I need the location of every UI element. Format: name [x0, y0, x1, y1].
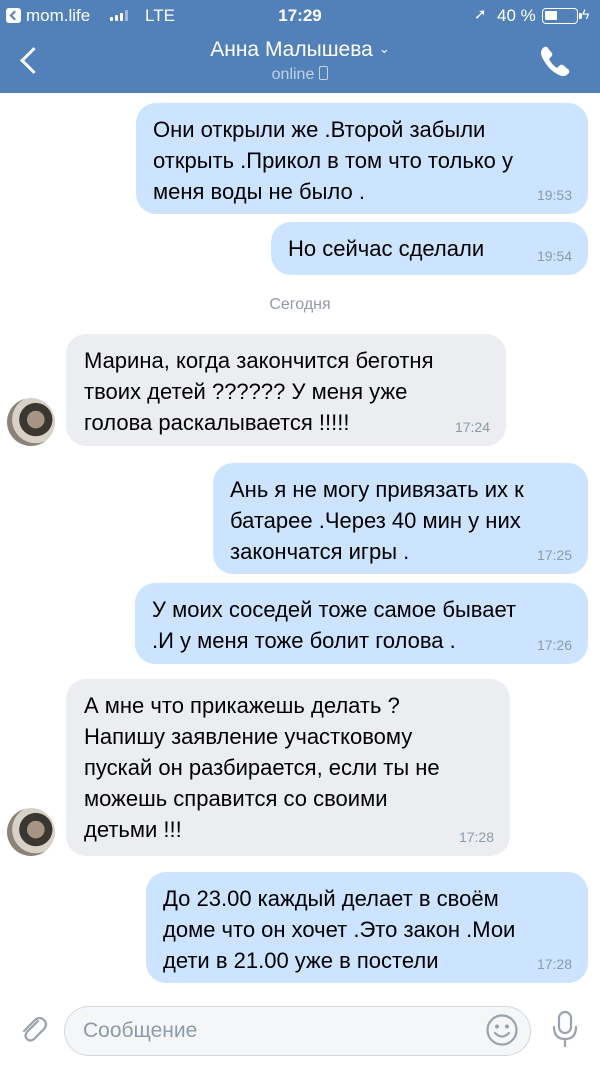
message-composer	[0, 996, 600, 1066]
message-bubble-incoming[interactable]: А мне что прикажешь делать ? Напишу заяв…	[66, 679, 510, 856]
emoji-icon[interactable]	[485, 1013, 519, 1047]
microphone-icon[interactable]	[549, 1009, 581, 1049]
message-text: Они открыли же .Второй забыли открыть .П…	[153, 117, 514, 204]
message-time: 17:24	[454, 419, 490, 435]
message-bubble-outgoing[interactable]: Ань я не могу привязать их к батарее .Че…	[213, 463, 588, 574]
status-bar: mom.life LTE 17:29 ➚ 40 % ϟ	[0, 0, 600, 30]
message-text: До 23.00 каждый делает в своём доме что …	[163, 886, 516, 973]
location-arrow-icon: ➚	[474, 6, 487, 23]
message-bubble-outgoing[interactable]: Но сейчас сделали 19:54	[271, 222, 588, 275]
message-bubble-incoming[interactable]: Марина, когда закончится беготня твоих д…	[66, 334, 506, 446]
phone-call-icon[interactable]	[538, 44, 572, 78]
message-text: Но сейчас сделали	[288, 236, 485, 261]
message-time: 17:26	[536, 637, 572, 653]
date-separator: Сегодня	[269, 296, 331, 313]
avatar[interactable]	[7, 808, 55, 856]
message-text: Марина, когда закончится беготня твоих д…	[84, 348, 434, 435]
message-text: Ань я не могу привязать их к батарее .Че…	[230, 477, 524, 564]
charging-bolt-icon: ϟ	[582, 6, 590, 22]
battery-level	[545, 11, 557, 20]
contact-title[interactable]: Анна Малышева ⌄	[0, 38, 600, 62]
message-text: А мне что прикажешь делать ? Напишу заяв…	[84, 693, 440, 842]
avatar[interactable]	[7, 398, 55, 446]
message-text: У моих соседей тоже самое бывает .И у ме…	[152, 597, 517, 653]
message-time: 17:28	[536, 956, 572, 972]
battery-percent: 40 %	[497, 6, 536, 25]
contact-presence: online	[0, 66, 600, 84]
message-time: 19:53	[536, 187, 572, 203]
message-input[interactable]	[83, 1007, 483, 1055]
message-time: 19:54	[536, 248, 572, 264]
mobile-device-icon	[319, 66, 329, 80]
message-field[interactable]	[64, 1006, 531, 1056]
message-bubble-outgoing[interactable]: До 23.00 каждый делает в своём доме что …	[146, 872, 588, 983]
contact-name: Анна Малышева	[210, 38, 373, 61]
message-time: 17:28	[458, 829, 494, 845]
message-bubble-outgoing[interactable]: У моих соседей тоже самое бывает .И у ме…	[135, 583, 588, 664]
presence-label: online	[271, 66, 315, 83]
chevron-down-icon: ⌄	[378, 41, 390, 56]
chat-header: mom.life LTE 17:29 ➚ 40 % ϟ Анна Малышев…	[0, 0, 600, 93]
message-bubble-outgoing[interactable]: Они открыли же .Второй забыли открыть .П…	[136, 103, 588, 214]
message-time: 17:25	[536, 547, 572, 563]
battery-icon	[542, 8, 582, 24]
paperclip-icon[interactable]	[16, 1012, 50, 1046]
